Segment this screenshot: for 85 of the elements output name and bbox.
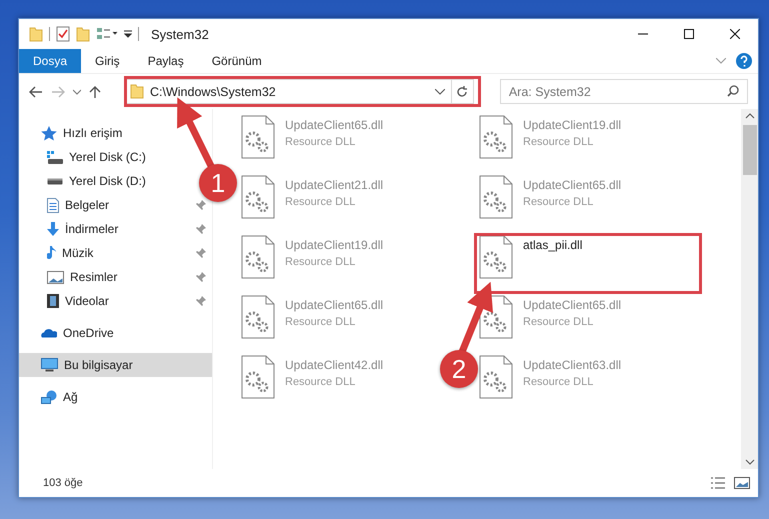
gear-file-icon [241, 235, 275, 279]
file-type: Resource DLL [285, 256, 356, 268]
file-type: Resource DLL [285, 196, 356, 208]
sidebar-item[interactable]: Yerel Disk (C:) [19, 145, 152, 169]
pin-icon[interactable] [196, 224, 206, 234]
gear-file-icon [241, 175, 275, 219]
pin-icon[interactable] [196, 272, 206, 282]
address-path: C:\Windows\System32 [150, 84, 277, 98]
document-icon [47, 198, 59, 212]
chevron-down-icon[interactable] [434, 88, 445, 94]
back-button[interactable] [29, 86, 43, 98]
file-type: Resource DLL [523, 136, 594, 148]
gear-file-icon [241, 355, 275, 399]
customize-toolbar-icon[interactable] [96, 27, 118, 41]
picture-icon [47, 270, 64, 284]
file-name: UpdateClient63.dll [523, 358, 622, 372]
sidebar-item[interactable]: Bu bilgisayar [19, 353, 212, 377]
file-name: atlas_pii.dll [523, 238, 582, 252]
sidebar-item[interactable]: Müzik [19, 241, 212, 265]
details-view-icon[interactable] [710, 476, 726, 490]
folder-icon [29, 26, 43, 42]
file-name: UpdateClient19.dll [285, 238, 384, 252]
sidebar-item[interactable]: Resimler [19, 265, 212, 289]
file-type: Resource DLL [285, 376, 356, 388]
scrollbar[interactable] [741, 109, 758, 469]
film-icon [47, 294, 59, 308]
file-name: UpdateClient42.dll [285, 358, 384, 372]
gear-file-icon [241, 295, 275, 339]
window-title: System32 [151, 26, 209, 42]
ribbon-tab[interactable]: Paylaş [134, 49, 198, 73]
minimize-icon [638, 33, 648, 35]
file-type: Resource DLL [285, 316, 356, 328]
download-icon [47, 222, 59, 236]
file-name: UpdateClient19.dll [523, 118, 622, 132]
gear-file-icon [479, 175, 513, 219]
gear-file-icon [479, 355, 513, 399]
help-icon[interactable] [736, 53, 752, 69]
ribbon-tab[interactable]: Dosya [19, 49, 82, 73]
refresh-icon [456, 86, 468, 98]
sidebar-item[interactable]: OneDrive [19, 321, 120, 345]
new-folder-icon [76, 26, 90, 42]
search-icon [727, 85, 739, 97]
gear-file-icon [241, 115, 275, 159]
ribbon-tab[interactable]: Görünüm [198, 49, 276, 73]
file-name: UpdateClient21.dll [285, 178, 384, 192]
gear-file-icon [479, 115, 513, 159]
sidebar-item[interactable]: Hızlı erişim [19, 121, 128, 145]
file-type: Resource DLL [523, 376, 594, 388]
file-item[interactable]: atlas_pii.dll [479, 235, 582, 279]
drive-icon [47, 150, 63, 164]
large-icons-view-icon[interactable] [734, 476, 750, 490]
pin-icon[interactable] [196, 248, 206, 258]
music-note-icon [47, 246, 56, 260]
sidebar-item[interactable]: Ağ [19, 385, 84, 409]
sidebar-item[interactable]: Videolar [19, 289, 212, 313]
annotation-arrow [458, 282, 493, 354]
scrollbar-thumb[interactable] [742, 125, 756, 175]
network-icon [41, 390, 57, 404]
file-type: Resource DLL [523, 196, 594, 208]
folder-icon [130, 84, 144, 99]
address-bar[interactable]: C:\Windows\System32 [125, 79, 474, 104]
file-type: Resource DLL [285, 136, 356, 148]
properties-icon[interactable] [56, 26, 70, 42]
dropdown-icon[interactable] [124, 30, 132, 38]
gear-file-icon [479, 235, 513, 279]
close-icon [730, 29, 740, 39]
maximize-icon [684, 29, 694, 39]
file-name: UpdateClient65.dll [523, 178, 622, 192]
star-icon [41, 126, 57, 140]
pin-icon[interactable] [196, 296, 206, 306]
up-button[interactable] [89, 84, 101, 98]
search-field[interactable]: Ara: System32 [500, 79, 748, 104]
ribbon-tab[interactable]: Giriş [81, 49, 134, 73]
file-name: UpdateClient65.dll [285, 298, 384, 312]
cloud-icon [41, 328, 57, 338]
file-type: Resource DLL [523, 316, 594, 328]
drive-icon [47, 178, 63, 184]
recent-locations-button[interactable] [73, 88, 81, 94]
computer-icon [41, 358, 58, 372]
sidebar-item[interactable]: İndirmeler [19, 217, 212, 241]
file-name: UpdateClient65.dll [285, 118, 384, 132]
pin-icon[interactable] [196, 200, 206, 210]
item-count: 103 öğe [43, 477, 83, 489]
sidebar-item[interactable]: Yerel Disk (D:) [19, 169, 152, 193]
file-name: UpdateClient65.dll [523, 298, 622, 312]
